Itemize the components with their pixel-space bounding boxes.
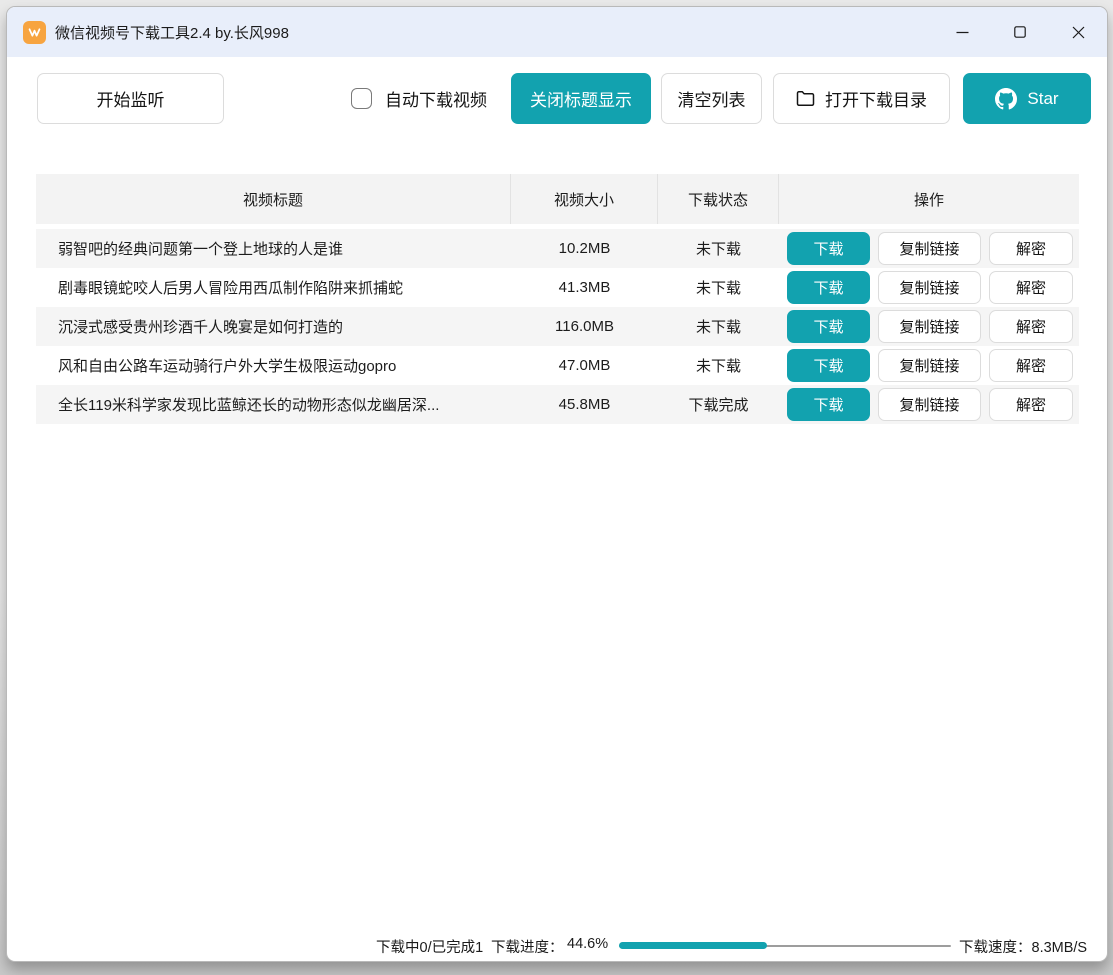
star-button[interactable]: Star	[963, 73, 1091, 124]
header-actions: 操作	[779, 174, 1079, 224]
clear-list-button[interactable]: 清空列表	[661, 73, 762, 124]
video-size: 10.2MB	[511, 240, 658, 257]
table-row: 剧毒眼镜蛇咬人后男人冒险用西瓜制作陷阱来抓捕蛇 41.3MB 未下载 下载 复制…	[36, 268, 1079, 307]
decrypt-button[interactable]: 解密	[989, 388, 1073, 421]
star-label: Star	[1027, 89, 1058, 109]
progress-fill	[619, 942, 767, 949]
open-download-dir-button[interactable]: 打开下载目录	[773, 73, 950, 124]
download-button[interactable]: 下载	[787, 388, 870, 421]
download-status: 未下载	[658, 316, 779, 337]
copy-link-button[interactable]: 复制链接	[878, 349, 981, 382]
download-status: 下载完成	[658, 394, 779, 415]
download-status: 未下载	[658, 355, 779, 376]
table-row: 全长119米科学家发现比蓝鲸还长的动物形态似龙幽居深... 45.8MB 下载完…	[36, 385, 1079, 424]
header-download-status: 下载状态	[658, 174, 779, 224]
table-header: 视频标题 视频大小 下载状态 操作	[36, 174, 1079, 224]
download-button[interactable]: 下载	[787, 310, 870, 343]
table-row: 沉浸式感受贵州珍酒千人晚宴是如何打造的 116.0MB 未下载 下载 复制链接 …	[36, 307, 1079, 346]
titlebar: 微信视频号下载工具2.4 by.长风998	[7, 7, 1107, 57]
open-download-dir-label: 打开下载目录	[825, 86, 927, 111]
download-button[interactable]: 下载	[787, 271, 870, 304]
table-body: 弱智吧的经典问题第一个登上地球的人是谁 10.2MB 未下载 下载 复制链接 解…	[36, 229, 1079, 424]
video-title: 沉浸式感受贵州珍酒千人晚宴是如何打造的	[36, 316, 511, 337]
speed-label: 下载速度：	[959, 940, 1032, 956]
table-row: 弱智吧的经典问题第一个登上地球的人是谁 10.2MB 未下载 下载 复制链接 解…	[36, 229, 1079, 268]
table-row: 风和自由公路车运动骑行户外大学生极限运动gopro 47.0MB 未下载 下载 …	[36, 346, 1079, 385]
minimize-icon	[956, 26, 969, 39]
download-button[interactable]: 下载	[787, 232, 870, 265]
maximize-button[interactable]	[991, 7, 1049, 57]
status-bar: 下载中0/已完成1 下载进度： 44.6% 下载速度：8.3MB/S	[7, 931, 1107, 959]
download-status: 未下载	[658, 277, 779, 298]
video-title: 风和自由公路车运动骑行户外大学生极限运动gopro	[36, 355, 511, 376]
app-icon	[23, 21, 46, 44]
download-speed: 下载速度：8.3MB/S	[959, 936, 1087, 957]
close-icon	[1072, 26, 1085, 39]
decrypt-button[interactable]: 解密	[989, 349, 1073, 382]
maximize-icon	[1014, 26, 1026, 38]
folder-icon	[796, 90, 815, 107]
header-video-title: 视频标题	[36, 174, 511, 224]
copy-link-button[interactable]: 复制链接	[878, 388, 981, 421]
window-title: 微信视频号下载工具2.4 by.长风998	[55, 22, 289, 43]
decrypt-button[interactable]: 解密	[989, 232, 1073, 265]
speed-value: 8.3MB/S	[1032, 940, 1088, 956]
video-size: 41.3MB	[511, 279, 658, 296]
window-controls	[933, 7, 1107, 57]
close-button[interactable]	[1049, 7, 1107, 57]
video-size: 45.8MB	[511, 396, 658, 413]
progress-value: 44.6%	[567, 936, 608, 952]
video-size: 47.0MB	[511, 357, 658, 374]
auto-download-group: 自动下载视频	[351, 86, 487, 111]
wechat-channels-logo-icon	[26, 24, 43, 41]
download-counts: 下载中0/已完成1	[376, 936, 483, 957]
decrypt-button[interactable]: 解密	[989, 271, 1073, 304]
minimize-button[interactable]	[933, 7, 991, 57]
video-title: 剧毒眼镜蛇咬人后男人冒险用西瓜制作陷阱来抓捕蛇	[36, 277, 511, 298]
video-table: 视频标题 视频大小 下载状态 操作 弱智吧的经典问题第一个登上地球的人是谁 10…	[36, 174, 1079, 424]
copy-link-button[interactable]: 复制链接	[878, 310, 981, 343]
download-status: 未下载	[658, 238, 779, 259]
auto-download-label: 自动下载视频	[385, 86, 487, 111]
decrypt-button[interactable]: 解密	[989, 310, 1073, 343]
video-size: 116.0MB	[511, 318, 658, 335]
download-button[interactable]: 下载	[787, 349, 870, 382]
github-icon	[995, 88, 1017, 110]
progress-bar	[619, 942, 951, 949]
app-window: 微信视频号下载工具2.4 by.长风998 开始监听 自动下载视频 关闭标题显示…	[6, 6, 1108, 962]
copy-link-button[interactable]: 复制链接	[878, 232, 981, 265]
start-listen-button[interactable]: 开始监听	[37, 73, 224, 124]
header-video-size: 视频大小	[511, 174, 658, 224]
copy-link-button[interactable]: 复制链接	[878, 271, 981, 304]
video-title: 全长119米科学家发现比蓝鲸还长的动物形态似龙幽居深...	[36, 394, 511, 415]
progress-label: 下载进度：	[491, 936, 564, 957]
close-title-display-button[interactable]: 关闭标题显示	[511, 73, 651, 124]
auto-download-checkbox[interactable]	[351, 88, 372, 109]
video-title: 弱智吧的经典问题第一个登上地球的人是谁	[36, 238, 511, 259]
